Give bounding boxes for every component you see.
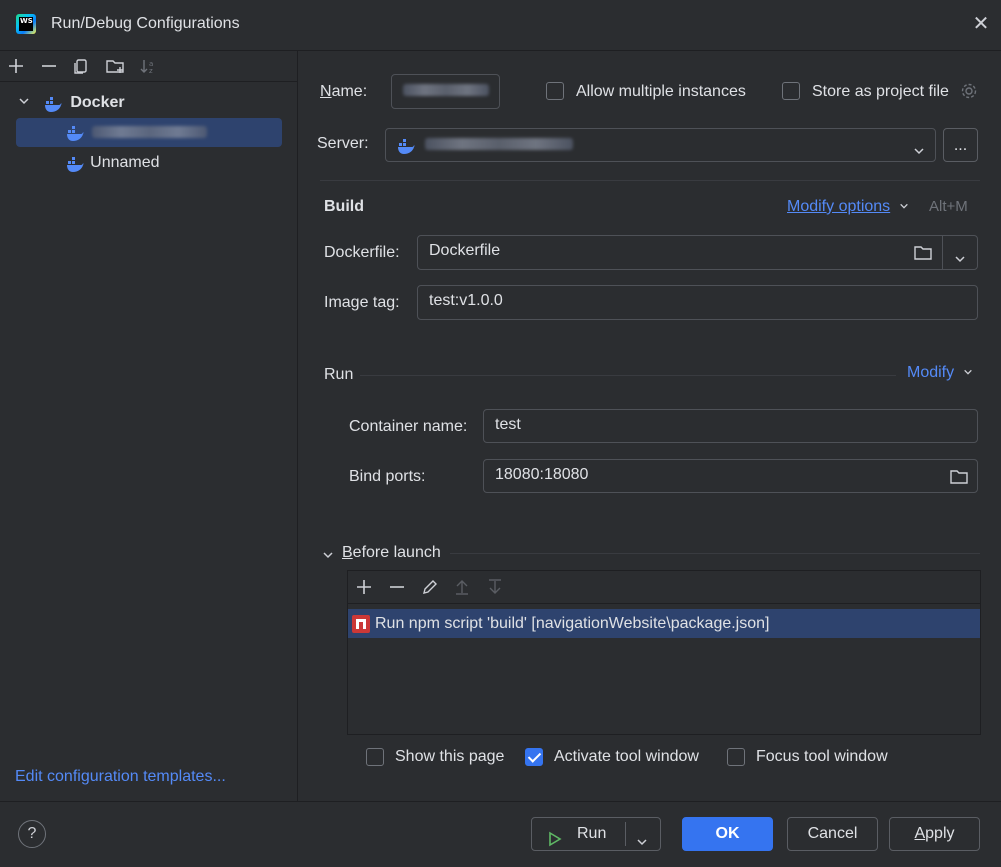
run-icon [548,827,562,859]
server-select[interactable] [385,128,936,162]
gear-icon[interactable] [960,82,978,100]
run-divider [360,375,896,376]
activate-tool-checkbox[interactable] [525,748,543,766]
bind-ports-field[interactable]: 18080:18080 [483,459,978,493]
dockerfile-value: Dockerfile [429,242,501,259]
new-folder-icon[interactable] [104,55,126,77]
redacted-name-value [403,84,489,97]
redacted-config-name [92,126,208,139]
image-tag-label: Image tag: [324,294,400,311]
bind-ports-label: Bind ports: [349,468,426,485]
tree-item-label: Unnamed [90,154,160,171]
sort-icon[interactable]: az [138,55,160,77]
run-button[interactable]: Run [531,817,661,851]
cancel-button[interactable]: Cancel [787,817,878,851]
remove-icon[interactable] [38,55,60,77]
before-launch-header[interactable]: Before launch [342,544,441,562]
dockerfile-field[interactable]: Dockerfile [417,235,978,270]
show-page-label: Show this page [395,748,505,765]
allow-multiple-checkbox[interactable] [546,82,564,100]
add-icon[interactable] [353,576,375,598]
copy-icon[interactable] [70,55,92,77]
modify-options-link[interactable]: Modify options [787,198,909,216]
docker-icon [66,155,84,173]
move-down-icon[interactable] [484,576,506,598]
focus-tool-label: Focus tool window [756,748,888,765]
server-browse-button[interactable]: ... [943,128,978,162]
edit-templates-link[interactable]: Edit configuration templates... [15,768,226,786]
run-button-label: Run [577,825,607,842]
run-modify-link[interactable]: Modify [907,364,973,382]
chevron-down-icon [899,198,909,216]
remove-icon[interactable] [386,576,408,598]
docker-icon [44,95,62,113]
field-divider [942,236,943,269]
allow-multiple-label: Allow multiple instances [576,83,746,100]
before-launch-toolbar [348,571,980,604]
chevron-down-icon[interactable] [954,246,966,276]
name-label: Name: [320,83,368,100]
build-header: Build [324,198,364,215]
store-project-checkbox[interactable] [782,82,800,100]
help-button[interactable]: ? [18,820,46,848]
chevron-down-icon [963,364,973,382]
before-launch-task-label: Run npm script 'build' [navigationWebsit… [375,615,770,632]
add-icon[interactable] [5,55,27,77]
server-label: Server: [317,135,369,152]
docker-icon [397,136,415,155]
webstorm-logo-icon: WS [16,14,36,34]
redacted-server-value [425,138,574,151]
before-launch-divider [450,553,980,554]
image-tag-field[interactable]: test:v1.0.0 [417,285,978,320]
apply-button[interactable]: Apply [889,817,980,851]
run-header: Run [324,366,354,383]
activate-tool-label: Activate tool window [554,748,699,765]
chevron-down-icon[interactable] [913,138,925,168]
docker-icon [66,124,84,142]
svg-text:z: z [149,67,153,75]
focus-tool-checkbox[interactable] [727,748,745,766]
toolbar-divider [0,81,297,82]
npm-icon [352,615,370,633]
section-divider [320,180,980,181]
ok-button[interactable]: OK [682,817,773,851]
container-name-field[interactable]: test [483,409,978,443]
show-page-checkbox[interactable] [366,748,384,766]
chevron-down-icon[interactable] [636,828,648,860]
before-launch-chevron-icon[interactable] [322,548,334,565]
chevron-down-icon[interactable] [18,90,34,118]
edit-icon[interactable] [419,576,441,598]
bind-ports-value: 18080:18080 [495,466,589,483]
move-up-icon[interactable] [451,576,473,598]
tree-item-unnamed[interactable]: Unnamed [66,149,160,177]
name-field[interactable] [391,74,500,109]
modify-options-shortcut: Alt+M [929,198,968,215]
tree-group-docker[interactable]: Docker [18,89,125,117]
folder-icon[interactable] [949,467,969,497]
dockerfile-label: Dockerfile: [324,244,400,261]
container-name-label: Container name: [349,418,468,435]
image-tag-value: test:v1.0.0 [429,292,503,309]
close-icon[interactable]: ✕ [970,13,992,35]
tree-group-label: Docker [70,94,125,111]
tree-item-redacted[interactable] [66,118,208,146]
window-title: Run/Debug Configurations [51,15,240,32]
split-divider [625,822,626,846]
container-name-value: test [495,416,521,433]
store-project-label: Store as project file [812,83,949,100]
folder-icon[interactable] [913,243,933,273]
